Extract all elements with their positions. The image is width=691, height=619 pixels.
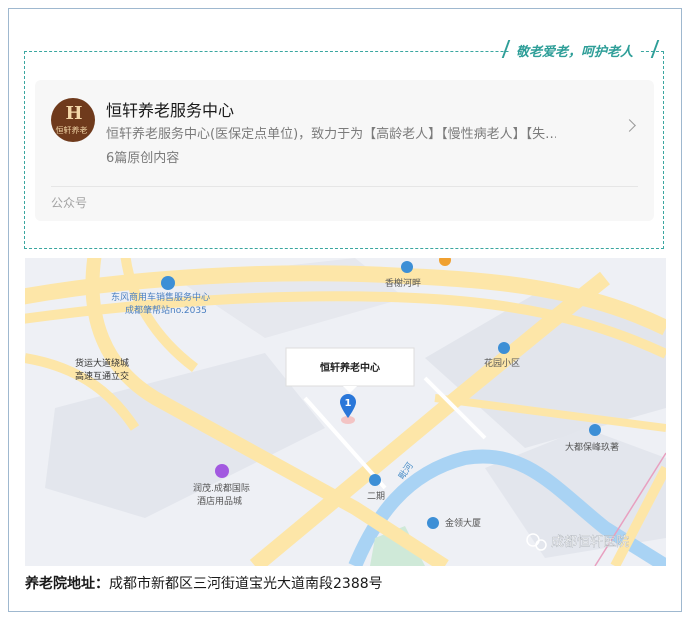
location-map[interactable]: 香榭河畔 东风商用车销售服务中心 成都肇帮站no.2035 货运大道绕城 高速互… <box>25 258 666 566</box>
account-logo-caption: 恒轩养老 <box>55 126 88 135</box>
slogan-text: 敬老爱老，呵护老人 <box>510 41 640 60</box>
building-icon <box>369 474 381 486</box>
poi-label: 货运大道绕城 <box>75 357 129 369</box>
address-line: 养老院地址：成都市新都区三河街道宝光大道南段2388号 <box>25 573 383 593</box>
card-divider <box>51 186 638 187</box>
poi-label: 高速互通立交 <box>75 370 129 382</box>
address-label: 养老院地址： <box>25 576 109 592</box>
poi-label: 成都肇帮站no.2035 <box>125 304 207 316</box>
poi-label: 香榭河畔 <box>385 277 421 289</box>
account-logo: H 恒轩养老 <box>51 98 95 142</box>
poi-label: 酒店用品城 <box>197 495 242 507</box>
building-icon <box>498 342 510 354</box>
account-description: 恒轩养老服务中心(医保定点单位)，致力于为【高龄老人】【慢性病老人】【失… <box>106 127 556 142</box>
map-canvas: 香榭河畔 东风商用车销售服务中心 成都肇帮站no.2035 货运大道绕城 高速互… <box>25 258 666 566</box>
account-logo-monogram: H <box>65 103 82 124</box>
official-account-card[interactable]: H 恒轩养老 恒轩养老服务中心 恒轩养老服务中心(医保定点单位)，致力于为【高龄… <box>35 80 654 221</box>
marker-title: 恒轩养老中心 <box>320 361 380 374</box>
building-icon <box>427 517 439 529</box>
poi-label: 二期 <box>367 491 385 502</box>
building-icon <box>589 424 601 436</box>
watermark-text: 成都恒轩医院 <box>551 535 629 550</box>
poi-label: 金领大厦 <box>445 517 481 529</box>
account-type-label: 公众号 <box>51 196 88 210</box>
account-name: 恒轩养老服务中心 <box>106 101 235 120</box>
poi-label: 润茂.成都国际 <box>193 482 250 494</box>
poi-label: 花园小区 <box>484 357 520 369</box>
chevron-right-icon[interactable] <box>623 119 636 132</box>
poi-label: 东风商用车销售服务中心 <box>111 291 210 303</box>
car-icon <box>161 276 175 290</box>
poi-label: 大都保峰玖著 <box>565 441 619 453</box>
marker-number: 1 <box>345 398 352 409</box>
address-value: 成都市新都区三河街道宝光大道南段2388号 <box>109 576 383 592</box>
building-icon <box>401 261 413 273</box>
account-article-count: 6篇原创内容 <box>106 151 180 166</box>
shopping-icon <box>215 464 229 478</box>
